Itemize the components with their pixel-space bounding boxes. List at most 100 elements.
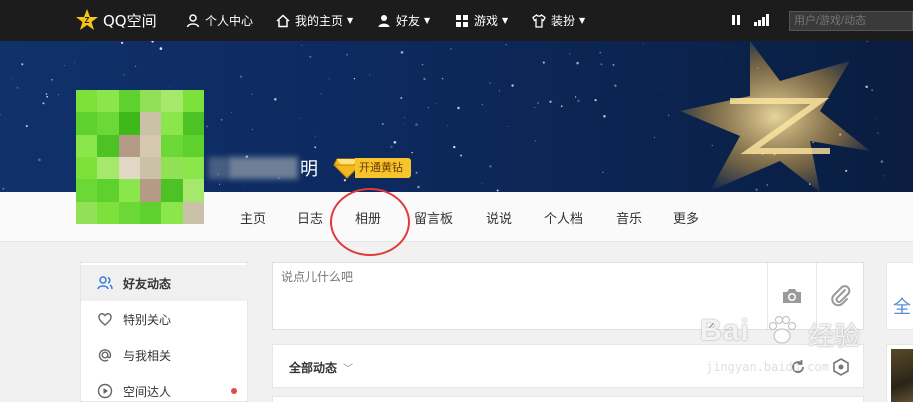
avatar-pixel [97, 112, 119, 135]
star-dot [368, 73, 371, 76]
star-dot [507, 126, 509, 128]
star-dot [427, 106, 430, 109]
nav-label: 好友 [396, 14, 421, 28]
qzone-logo[interactable]: Z QQ空间 [75, 8, 157, 32]
sidebar-item-label: 好友动态 [123, 276, 172, 291]
nav-friends[interactable]: 好友 ▼ [377, 12, 430, 29]
blurred-name [208, 157, 229, 179]
star-dot [423, 77, 426, 81]
caret-down-icon: ▼ [502, 16, 509, 25]
feed-filter-dropdown[interactable]: 全部动态 ﹀ [289, 359, 353, 376]
avatar-pixel [182, 90, 204, 113]
feed-filter-label: 全部动态 [289, 361, 338, 375]
sidebar-item-friend-feed[interactable]: 好友动态 [81, 265, 249, 301]
star-dot [274, 98, 277, 101]
nav-my-homepage[interactable]: 我的主页 ▼ [276, 12, 353, 29]
signal-bars-icon[interactable] [753, 14, 769, 26]
star-dot [320, 93, 322, 95]
star-dot [0, 113, 1, 116]
left-sidebar: 好友动态 特别关心 与我相关 空间达人 [80, 262, 249, 402]
star-dot [353, 78, 356, 80]
username-visible-char: 明 [300, 159, 318, 180]
star-dot [447, 125, 449, 127]
avatar-pixelated [76, 90, 204, 224]
tab-message-board[interactable]: 留言板 [414, 208, 453, 227]
refresh-icon[interactable] [788, 357, 808, 377]
star-dot [603, 115, 606, 118]
star-dot [42, 102, 45, 105]
play-circle-icon [97, 383, 113, 399]
nav-label: 我的主页 [295, 14, 344, 28]
friends-icon [97, 276, 113, 290]
tab-home[interactable]: 主页 [240, 208, 266, 227]
star-dot [46, 95, 49, 98]
star-dot [489, 82, 491, 84]
post-textarea[interactable] [273, 263, 717, 329]
star-dot [599, 51, 602, 54]
star-dot [251, 128, 253, 130]
star-dot [460, 154, 463, 157]
avatar-pixel [161, 179, 183, 202]
star-dot [400, 51, 404, 54]
avatar-pixel [97, 179, 119, 202]
nav-games[interactable]: 游戏 ▼ [455, 12, 508, 29]
star-dot [614, 84, 617, 87]
avatar-pixel [140, 201, 162, 224]
tab-profile[interactable]: 个人档 [544, 208, 583, 227]
star-dot [415, 123, 418, 126]
right-side-card[interactable]: 全 [886, 262, 913, 330]
search-input[interactable] [789, 11, 913, 31]
star-dot [243, 185, 244, 186]
star-dot [45, 93, 48, 95]
star-dot [594, 98, 597, 102]
star-dot [21, 63, 24, 66]
shirt-icon [532, 13, 546, 28]
avatar-pixel [118, 157, 140, 180]
avatar-pixel [97, 201, 119, 224]
star-dot [251, 93, 253, 95]
star-dot [301, 44, 303, 46]
pause-icon[interactable] [731, 14, 741, 26]
upload-photo-button[interactable] [767, 263, 816, 329]
right-thumbnail-card[interactable] [886, 344, 913, 402]
star-dot [362, 83, 364, 85]
settings-hexagon-icon[interactable] [831, 357, 851, 377]
notification-dot [231, 388, 237, 394]
star-dot [159, 47, 163, 50]
star-dot [404, 117, 406, 118]
star-dot [450, 48, 452, 50]
avatar-pixel [182, 134, 204, 157]
avatar-pixel [76, 134, 98, 157]
sidebar-item-special-care[interactable]: 特别关心 [81, 301, 249, 337]
tab-album[interactable]: 相册 [355, 208, 381, 227]
nav-decorate[interactable]: 装扮 ▼ [532, 12, 585, 29]
avatar-pixel [97, 90, 119, 113]
sidebar-item-space-expert[interactable]: 空间达人 [81, 373, 249, 402]
feed-header: 全部动态 ﹀ [272, 344, 864, 388]
tab-music[interactable]: 音乐 [616, 208, 642, 227]
star-dot [219, 183, 221, 185]
star-dot [576, 61, 579, 65]
grid-icon [456, 14, 468, 27]
star-dot [123, 74, 125, 76]
nav-personal-center[interactable]: 个人中心 [186, 12, 253, 29]
avatar-pixel [97, 134, 119, 157]
sidebar-item-related-to-me[interactable]: 与我相关 [81, 337, 249, 373]
star-dot [400, 97, 403, 99]
sidebar-item-label: 空间达人 [123, 384, 172, 399]
avatar-pixel [140, 134, 162, 157]
avatar-pixel [76, 112, 98, 135]
tab-more[interactable]: 更多 [673, 208, 699, 227]
avatar-pixel [161, 90, 183, 113]
top-navigation-bar: Z QQ空间 个人中心 我的主页 ▼ 好友 ▼ 游戏 ▼ 装扮 ▼ [0, 0, 913, 41]
open-yellow-diamond-button[interactable]: 开通黄钻 [333, 157, 429, 179]
attach-link-button[interactable] [816, 263, 865, 329]
tab-blog[interactable]: 日志 [297, 208, 323, 227]
svg-text:Z: Z [85, 16, 90, 25]
star-dot [50, 78, 53, 81]
profile-avatar[interactable] [76, 90, 204, 224]
tab-shuoshuo[interactable]: 说说 [486, 208, 512, 227]
avatar-pixel [118, 201, 140, 224]
home-icon [276, 13, 290, 27]
star-dot [568, 53, 571, 55]
